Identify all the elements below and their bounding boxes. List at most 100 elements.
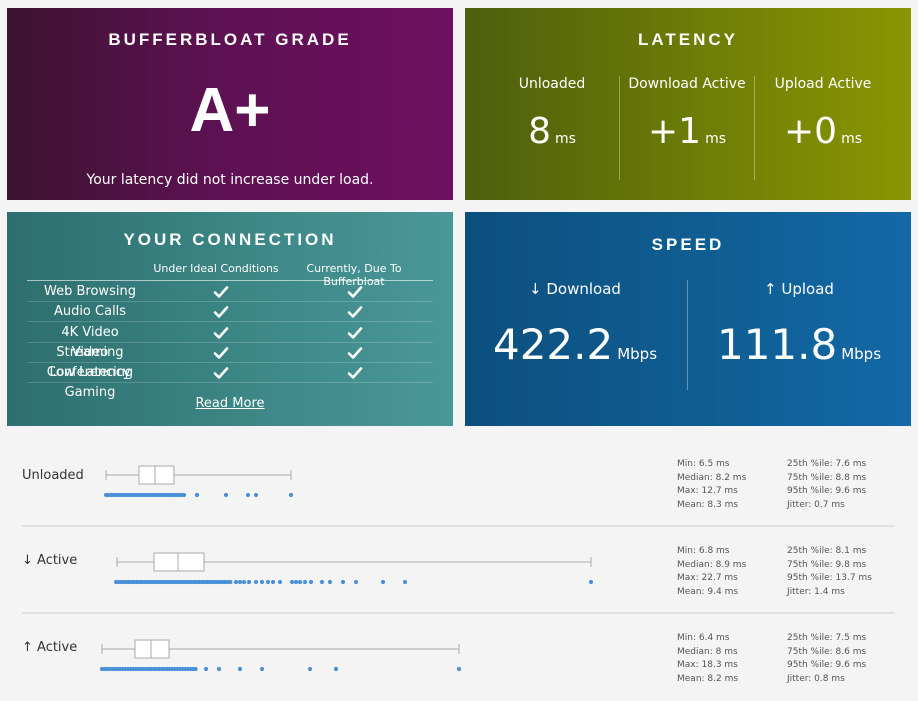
stat-min: Min: 6.5 ms xyxy=(677,459,730,469)
latency-sample-dot xyxy=(237,666,243,672)
latency-download-value: +1 xyxy=(647,111,702,152)
download-value: 422.2 xyxy=(492,320,614,369)
latency-download-label: Download Active xyxy=(628,76,746,92)
stat-max: Max: 22.7 ms xyxy=(677,573,738,584)
stat-p25: 25th %ile: 8.1 ms xyxy=(787,546,867,556)
latency-sample-dot xyxy=(228,579,233,585)
checkmark-icon xyxy=(347,284,363,303)
latency-sample-dot xyxy=(233,579,239,585)
latency-sample-dot xyxy=(277,579,283,585)
read-more-link[interactable]: Read More xyxy=(7,396,453,411)
connection-row: Low Latency Gaming xyxy=(27,363,433,400)
upload-speed: ↑ Upload 111.8 Mbps xyxy=(693,280,905,377)
latency-sample-dot xyxy=(181,492,187,498)
stat-p95: 95th %ile: 9.6 ms xyxy=(787,660,867,671)
stat-p95: 95th %ile: 9.6 ms xyxy=(787,486,867,497)
latency-sample-dot xyxy=(588,579,594,585)
unloaded-boxplot xyxy=(103,465,294,498)
latency-sample-dot xyxy=(402,579,408,585)
checkmark-icon xyxy=(347,365,363,384)
box-iqr xyxy=(153,552,205,572)
stat-p75: 75th %ile: 9.8 ms xyxy=(787,559,867,570)
latency-sample-dot xyxy=(456,666,462,672)
header-ideal-conditions: Under Ideal Conditions xyxy=(153,262,279,275)
latency-section-unloaded: Unloaded Min: 6.5 ms Median: 8.2 ms Max:… xyxy=(0,440,918,527)
latency-sample-dot xyxy=(270,579,276,585)
header-rule xyxy=(27,280,433,281)
upload-active-boxplot xyxy=(99,639,462,672)
checkmark-icon xyxy=(213,304,229,323)
latency-sample-dot xyxy=(253,579,259,585)
download-unit: Mbps xyxy=(617,345,658,363)
latency-sample-dot xyxy=(245,492,251,498)
stat-jitter: Jitter: 1.4 ms xyxy=(787,587,845,598)
stats-left: Min: 6.8 ms Median: 8.9 ms Max: 22.7 ms … xyxy=(677,545,746,600)
stat-p25: 25th %ile: 7.6 ms xyxy=(787,459,867,469)
latency-sample-dot xyxy=(194,492,200,498)
your-connection-card: YOUR CONNECTION Under Ideal Conditions C… xyxy=(7,212,453,426)
grade-value: A+ xyxy=(189,76,271,145)
stats-right: 25th %ile: 8.1 ms 75th %ile: 9.8 ms 95th… xyxy=(787,545,872,600)
grade-title: BUFFERBLOAT GRADE xyxy=(108,30,352,49)
latency-sample-dot xyxy=(327,579,333,585)
latency-sample-dot xyxy=(259,579,265,585)
latency-sample-dot xyxy=(193,666,198,672)
connection-title: YOUR CONNECTION xyxy=(123,230,337,249)
latency-sample-dot xyxy=(353,579,359,585)
latency-unloaded-label: Unloaded xyxy=(518,76,586,92)
speed-divider xyxy=(687,280,688,390)
latency-download-active: Download Active +1 ms xyxy=(621,76,753,159)
speed-title: SPEED xyxy=(651,235,725,254)
checkmark-icon xyxy=(213,345,229,364)
use-case-label: Audio Calls xyxy=(53,304,127,320)
latency-sample-dot xyxy=(308,579,314,585)
stat-max: Max: 12.7 ms xyxy=(677,486,738,497)
latency-sample-dot xyxy=(203,666,209,672)
upload-value: 111.8 xyxy=(716,320,838,369)
latency-divider xyxy=(619,76,620,180)
connection-row: Audio Calls xyxy=(27,302,433,323)
stat-p25: 25th %ile: 7.5 ms xyxy=(787,633,867,643)
upload-unit: Mbps xyxy=(841,345,882,363)
stat-jitter: Jitter: 0.7 ms xyxy=(787,500,845,511)
checkmark-icon xyxy=(213,365,229,384)
latency-sample-dot xyxy=(259,666,265,672)
stat-median: Median: 8.9 ms xyxy=(677,559,747,570)
latency-section-upload-active: ↑ Active Min: 6.4 ms Median: 8 ms Max: 1… xyxy=(0,614,918,701)
stat-median: Median: 8.2 ms xyxy=(677,472,747,483)
stat-jitter: Jitter: 0.8 ms xyxy=(787,674,845,685)
latency-sample-dot xyxy=(307,666,313,672)
stat-median: Median: 8 ms xyxy=(677,646,738,657)
checkmark-icon xyxy=(347,304,363,323)
latency-download-unit: ms xyxy=(705,131,726,147)
checkmark-icon xyxy=(213,325,229,344)
latency-unloaded-value: 8 xyxy=(528,111,551,152)
connection-row: Web Browsing xyxy=(27,282,433,302)
latency-sample-dot xyxy=(340,579,346,585)
latency-upload-label: Upload Active xyxy=(774,76,872,92)
checkmark-icon xyxy=(213,284,229,303)
stat-p75: 75th %ile: 8.8 ms xyxy=(787,472,867,483)
download-speed: ↓ Download 422.2 Mbps xyxy=(469,280,681,377)
latency-upload-value: +0 xyxy=(783,111,838,152)
latency-divider xyxy=(754,76,755,180)
latency-sample-dot xyxy=(319,579,325,585)
download-label: ↓ Download xyxy=(529,280,621,298)
latency-card: LATENCY Unloaded 8 ms Download Active +1 m… xyxy=(465,8,911,200)
stat-min: Min: 6.8 ms xyxy=(677,546,730,556)
latency-sample-dot xyxy=(246,579,252,585)
latency-sample-dot xyxy=(216,666,222,672)
latency-sample-dot xyxy=(333,666,339,672)
bufferbloat-grade-card: BUFFERBLOAT GRADE A+ Your latency did no… xyxy=(7,8,453,200)
speed-card: SPEED ↓ Download 422.2 Mbps ↑ Upload 111.… xyxy=(465,212,911,426)
latency-unloaded: Unloaded 8 ms xyxy=(486,76,618,159)
checkmark-icon xyxy=(347,325,363,344)
latency-sample-dot xyxy=(223,492,229,498)
box-iqr xyxy=(138,465,175,485)
checkmark-icon xyxy=(347,345,363,364)
latency-sample-dot xyxy=(302,579,308,585)
latency-sample-dot xyxy=(297,579,303,585)
stat-p95: 95th %ile: 13.7 ms xyxy=(787,573,872,584)
download-active-boxplot xyxy=(113,552,594,585)
latency-sample-dot xyxy=(293,579,299,585)
